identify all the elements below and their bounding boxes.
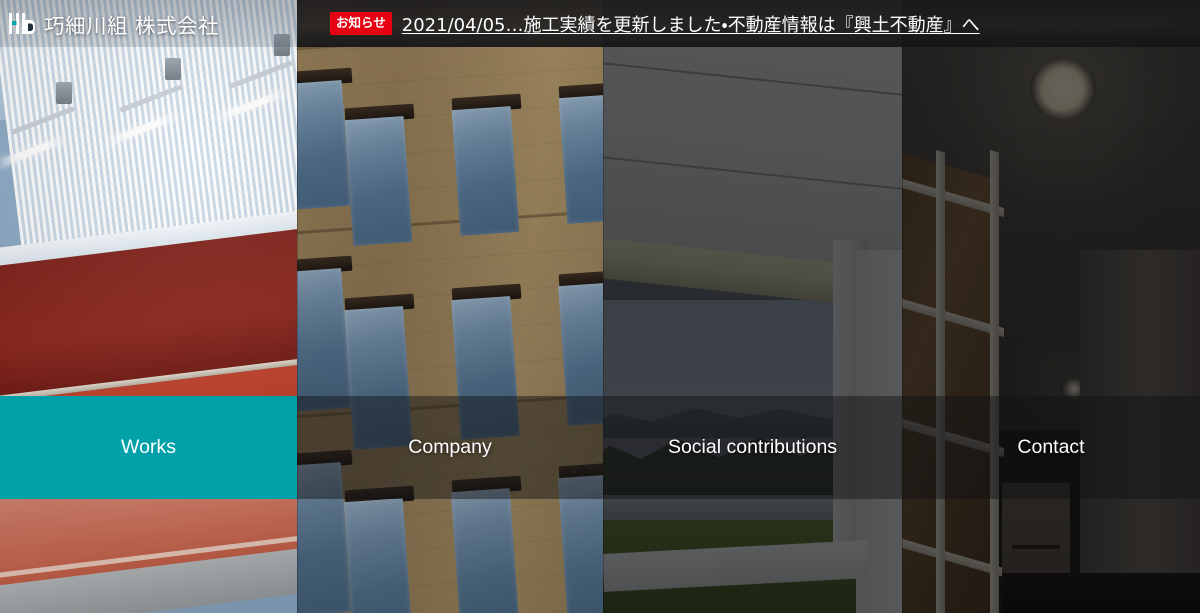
- panel-works[interactable]: [0, 0, 297, 613]
- panel-social-contributions[interactable]: [603, 0, 902, 613]
- hosokawa-logo-icon: [8, 11, 35, 36]
- news-badge: お知らせ: [330, 11, 392, 36]
- panel-contact[interactable]: [902, 0, 1200, 613]
- site-header: 巧細川組 株式会社 お知らせ 2021/04/05…施工実績を更新しました・不動…: [0, 0, 1200, 47]
- brand-home-link[interactable]: 巧細川組 株式会社: [0, 0, 297, 47]
- panel-social-contributions-image: [603, 0, 902, 613]
- homepage-hero: 巧細川組 株式会社 お知らせ 2021/04/05…施工実績を更新しました・不動…: [0, 0, 1200, 613]
- panel-company[interactable]: [297, 0, 603, 613]
- main-navigation: Works Company Social contributions Conta…: [0, 396, 1200, 499]
- panel-contact-image: [902, 0, 1200, 613]
- panel-works-image: [0, 0, 297, 613]
- news-ticker: お知らせ 2021/04/05…施工実績を更新しました・不動産情報は『興土不動産…: [297, 0, 1200, 47]
- news-headline-link[interactable]: 2021/04/05…施工実績を更新しました・不動産情報は『興土不動産』へ: [402, 11, 980, 37]
- nav-item-contact[interactable]: Contact: [902, 396, 1200, 499]
- brand-name: 巧細川組 株式会社: [44, 13, 220, 38]
- nav-item-company[interactable]: Company: [297, 396, 603, 499]
- panel-company-image: [297, 0, 603, 613]
- nav-item-social-contributions[interactable]: Social contributions: [603, 396, 902, 499]
- panel-grid: [0, 0, 1200, 613]
- nav-item-works[interactable]: Works: [0, 396, 297, 499]
